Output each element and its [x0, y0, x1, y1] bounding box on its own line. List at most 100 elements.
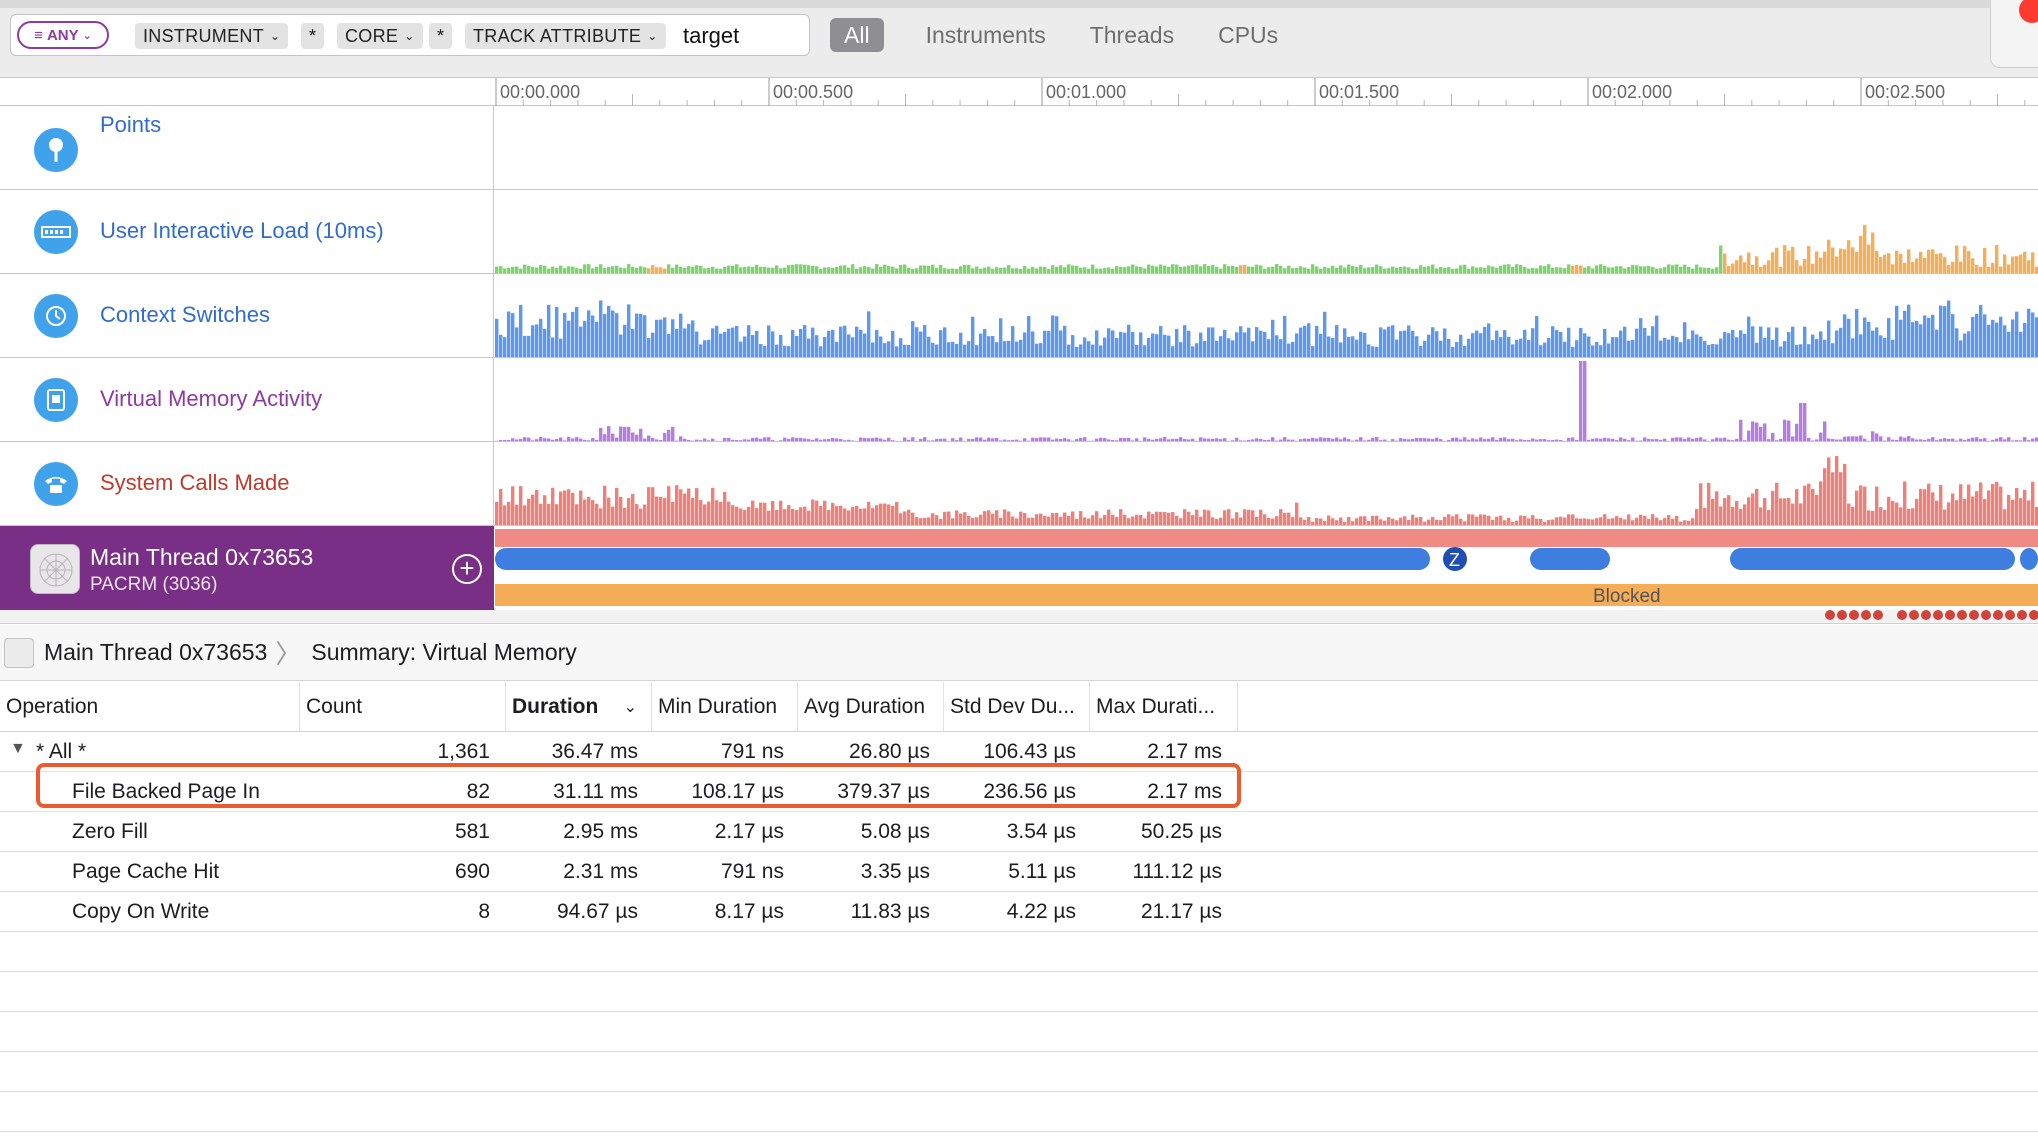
any-filter-pill[interactable]: ≡ ANY ⌄	[17, 21, 109, 49]
ruler-ticks: 00:00.000 00:00.500 00:01.000 00:01.500 00:0…	[495, 78, 2026, 106]
table-row[interactable]: File Backed Page In 82 31.11 ms 108.17 µs 37…	[0, 772, 2038, 812]
header-label: Min Duration	[658, 695, 778, 718]
context-switch-icon	[34, 294, 78, 338]
timeline-ruler[interactable]: 00:00.000 00:00.500 00:01.000 00:01.500 00:0…	[0, 78, 2038, 106]
table-body: ▼ * All * 1,361 36.47 ms 791 ns 26.80 µs 106.4…	[0, 732, 2038, 932]
token-label: TRACK ATTRIBUTE	[473, 25, 642, 46]
user-interactive-load-graph[interactable]	[495, 190, 2038, 273]
ruler-tick-label: 00:02.500	[1865, 82, 1945, 102]
filter-search-text[interactable]: target	[683, 21, 739, 51]
column-header-max-duration[interactable]: Max Durati...	[1090, 682, 1238, 732]
column-header-duration[interactable]: Duration ⌄	[506, 682, 652, 732]
main-thread-graph[interactable]: Z Blocked	[495, 526, 2038, 610]
track-user-interactive-load[interactable]: User Interactive Load (10ms)	[0, 190, 2038, 274]
header-label: Count	[306, 695, 363, 718]
token-track-attribute[interactable]: TRACK ATTRIBUTE ⌄	[465, 23, 666, 49]
cell-avg: 5.08 µs	[860, 820, 930, 843]
cell-duration: 31.11 ms	[553, 780, 638, 803]
filter-field[interactable]: ≡ ANY ⌄ INSTRUMENT ⌄ * CORE ⌄ * TRACK ATTR…	[10, 14, 810, 56]
track-name: System Calls Made	[100, 470, 290, 495]
empty-row	[0, 1092, 2038, 1132]
cell-min: 8.17 µs	[714, 900, 784, 923]
cell-avg: 3.35 µs	[860, 860, 930, 883]
token-core[interactable]: CORE ⌄	[337, 23, 423, 49]
token-label: *	[437, 25, 445, 46]
empty-row	[0, 932, 2038, 972]
main-thread-name: Main Thread 0x73653	[90, 544, 314, 570]
column-header-min-duration[interactable]: Min Duration	[652, 682, 798, 732]
context-switches-graph[interactable]	[495, 274, 2038, 357]
empty-row	[0, 1132, 2038, 1144]
table-row[interactable]: Zero Fill 581 2.95 ms 2.17 µs 5.08 µs 3.54 µs…	[0, 812, 2038, 852]
ruler-tick-label: 00:00.000	[500, 82, 580, 102]
tab-all[interactable]: All	[830, 18, 884, 52]
token-instrument[interactable]: INSTRUMENT ⌄	[135, 23, 289, 49]
cell-duration: 2.95 ms	[563, 820, 638, 843]
token-wildcard-1[interactable]: *	[301, 23, 325, 49]
breadcrumb-summary[interactable]: Summary: Virtual Memory	[311, 639, 576, 666]
column-header-count[interactable]: Count	[300, 682, 506, 732]
token-wildcard-2[interactable]: *	[429, 23, 453, 49]
inspector-corner-panel	[1990, 0, 2038, 68]
memory-icon	[34, 378, 78, 422]
token-label: *	[309, 25, 317, 46]
cell-avg: 379.37 µs	[837, 780, 930, 803]
record-indicator-icon[interactable]	[2019, 0, 2038, 23]
cell-duration: 94.67 µs	[557, 900, 638, 923]
tab-cpus[interactable]: CPUs	[1196, 18, 1300, 52]
cell-op: File Backed Page In	[72, 780, 260, 803]
phone-icon	[34, 462, 78, 506]
track-points[interactable]: Points	[0, 106, 2038, 190]
cell-op: * All *	[36, 740, 87, 763]
cell-duration: 36.47 ms	[551, 740, 638, 763]
scope-tabs: All Instruments Threads CPUs	[830, 18, 1300, 52]
column-header-avg-duration[interactable]: Avg Duration	[798, 682, 944, 732]
header-label: Max Durati...	[1096, 695, 1216, 718]
breadcrumb-thread[interactable]: Main Thread 0x73653	[44, 639, 267, 666]
blocked-label: Blocked	[1593, 586, 1661, 607]
cell-count: 690	[454, 860, 490, 883]
any-label: ANY	[46, 26, 79, 44]
ruler-tick-label: 00:02.000	[1592, 82, 1672, 102]
filter-lines-icon: ≡	[34, 26, 43, 44]
table-row[interactable]: Copy On Write 8 94.67 µs 8.17 µs 11.83 µs 4.2…	[0, 892, 2038, 932]
chevron-down-icon: ⌄	[82, 29, 92, 42]
track-context-switches[interactable]: Context Switches	[0, 274, 2038, 358]
cell-avg: 26.80 µs	[849, 740, 930, 763]
chevron-down-icon: ⌄	[647, 29, 658, 43]
thread-icon	[4, 637, 34, 668]
table-row[interactable]: Page Cache Hit 690 2.31 ms 791 ns 3.35 µs 5.1…	[0, 852, 2038, 892]
ruler-tick-label: 00:01.000	[1046, 82, 1126, 102]
cell-max: 2.17 ms	[1147, 780, 1222, 803]
breadcrumb: Main Thread 0x73653 〉 Summary: Virtual M…	[0, 625, 2038, 681]
chevron-right-icon: 〉	[275, 639, 302, 669]
track-main-thread[interactable]: Main Thread 0x73653 PACRM (3036) + Z Blo…	[0, 526, 2038, 610]
track-label: Context Switches	[0, 274, 494, 357]
tab-instruments[interactable]: Instruments	[904, 18, 1068, 52]
filter-toolbar: ≡ ANY ⌄ INSTRUMENT ⌄ * CORE ⌄ * TRACK ATTR…	[0, 0, 2038, 78]
sleep-badge: Z	[1449, 550, 1460, 570]
header-label: Operation	[6, 695, 99, 718]
cell-max: 2.17 ms	[1147, 740, 1222, 763]
add-track-button[interactable]: +	[452, 554, 482, 584]
virtual-memory-graph[interactable]	[495, 358, 2038, 441]
track-name: Points	[100, 112, 162, 137]
track-system-calls[interactable]: System Calls Made	[0, 442, 2038, 526]
cell-count: 82	[466, 780, 490, 803]
column-header-operation[interactable]: Operation	[0, 682, 300, 732]
track-virtual-memory[interactable]: Virtual Memory Activity	[0, 358, 2038, 442]
column-header-std-dev[interactable]: Std Dev Du...	[944, 682, 1090, 732]
cell-count: 8	[478, 900, 490, 923]
cell-std: 3.54 µs	[1006, 820, 1076, 843]
cell-min: 791 ns	[720, 740, 784, 763]
main-thread-label[interactable]: Main Thread 0x73653 PACRM (3036) +	[0, 526, 494, 610]
system-calls-graph[interactable]	[495, 442, 2038, 525]
cell-op: Copy On Write	[72, 900, 210, 923]
empty-row	[0, 1012, 2038, 1052]
track-name: User Interactive Load (10ms)	[100, 218, 384, 243]
tab-threads[interactable]: Threads	[1068, 18, 1196, 52]
disclosure-triangle-icon[interactable]: ▼	[10, 740, 26, 758]
cell-avg: 11.83 µs	[850, 900, 930, 923]
table-row[interactable]: ▼ * All * 1,361 36.47 ms 791 ns 26.80 µs 106.4…	[0, 732, 2038, 772]
points-graph[interactable]	[495, 106, 2038, 189]
